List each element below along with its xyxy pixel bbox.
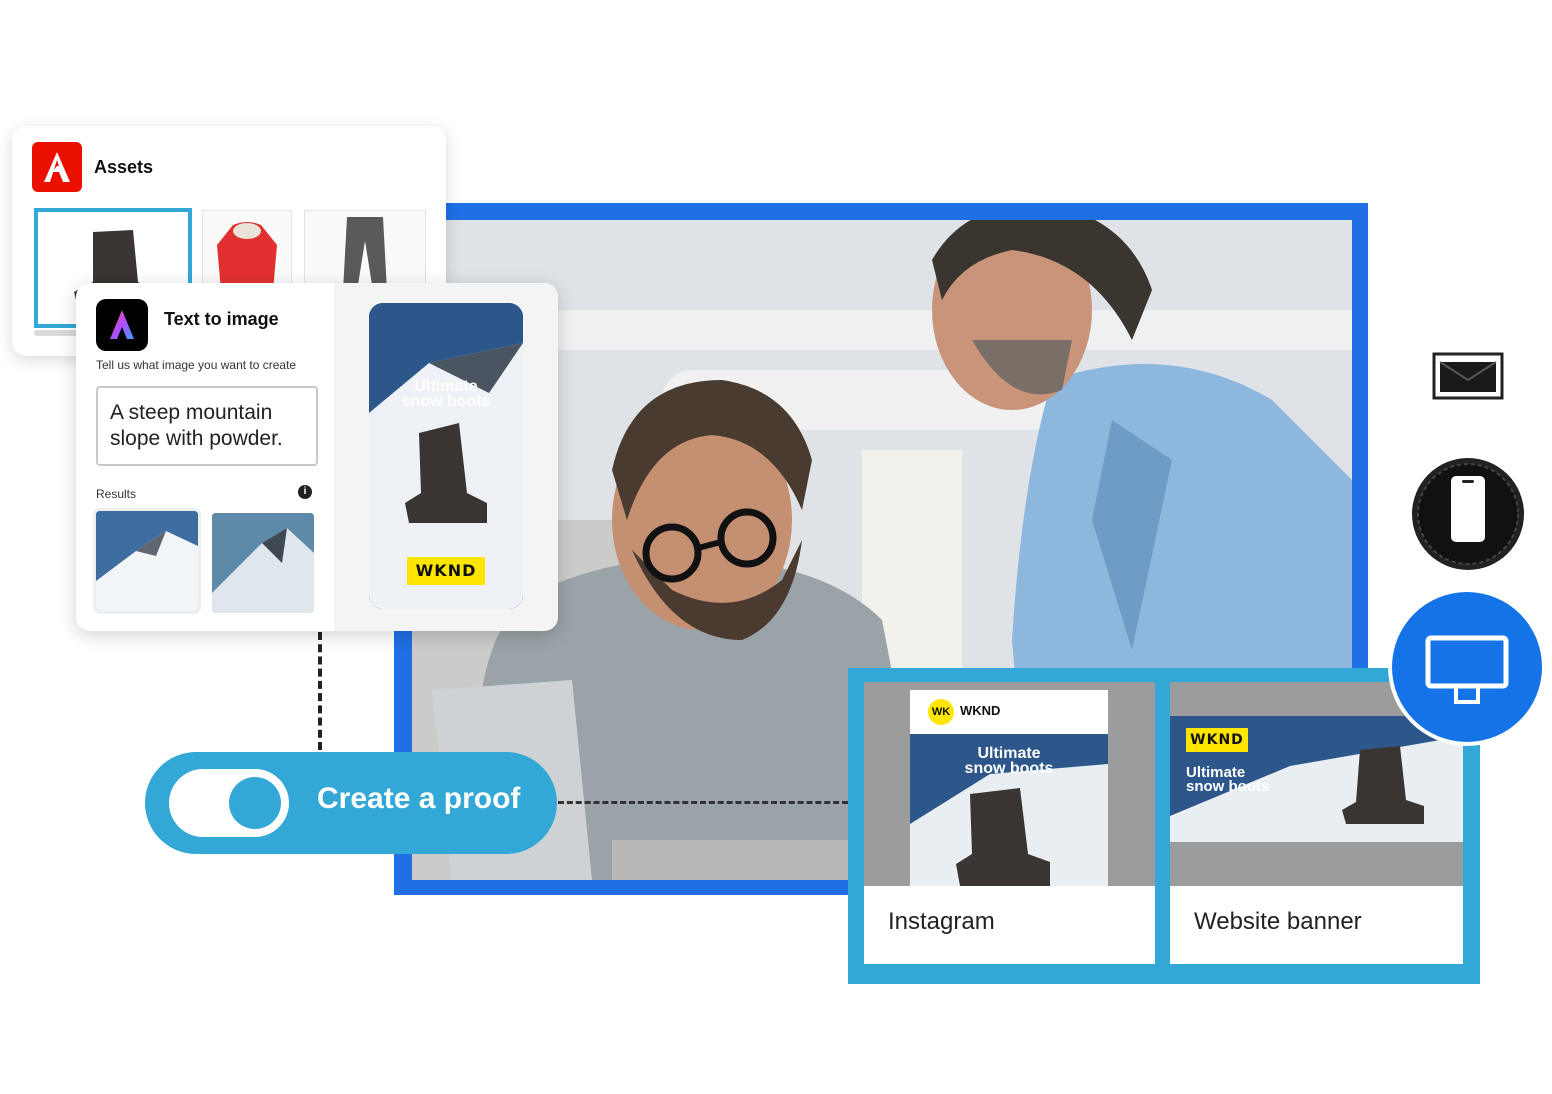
- adobe-express-logo-icon: [96, 299, 148, 351]
- mountain-image: [96, 511, 198, 611]
- generated-preview-card[interactable]: Ultimate snow boots WKND: [369, 303, 523, 609]
- email-icon[interactable]: [1432, 352, 1504, 400]
- proof-title-website-banner: Website banner: [1194, 908, 1362, 935]
- connector-vertical-line: [318, 632, 322, 750]
- instagram-image: Ultimate snow boots: [910, 734, 1108, 886]
- results-label: Results: [96, 487, 137, 501]
- preview-headline: Ultimate snow boots: [401, 378, 491, 410]
- wknd-brand-tag: WKND: [407, 557, 485, 585]
- proof-panel: WK WKND Ultimate snow boots Instagram WK…: [848, 668, 1480, 984]
- prompt-input[interactable]: A steep mountain slope with powder.: [96, 386, 318, 466]
- adobe-logo-icon: [32, 142, 82, 192]
- connector-dashed-line: [558, 801, 848, 804]
- toggle-label: Create a proof: [317, 782, 521, 815]
- brand-badge: WK: [928, 699, 954, 725]
- text-to-image-title: Text to image: [164, 309, 279, 329]
- desktop-icon[interactable]: [1392, 592, 1542, 742]
- instagram-preview: WK WKND Ultimate snow boots: [864, 682, 1155, 886]
- result-thumb-1[interactable]: [96, 511, 198, 611]
- mobile-icon[interactable]: [1408, 454, 1528, 574]
- instagram-header: WK WKND: [910, 690, 1108, 734]
- toggle-switch[interactable]: [169, 769, 289, 837]
- brand-name: WKND: [960, 703, 1001, 718]
- text-to-image-card: Text to image Tell us what image you wan…: [76, 283, 558, 631]
- proof-title-instagram: Instagram: [888, 908, 995, 935]
- wknd-brand-tag: WKND: [1186, 728, 1248, 752]
- instagram-headline: Ultimate snow boots: [964, 745, 1054, 777]
- result-thumb-2[interactable]: [212, 513, 314, 613]
- assets-title: Assets: [94, 157, 154, 177]
- banner-headline: Ultimate snow boots: [1186, 764, 1270, 795]
- info-icon[interactable]: i: [298, 485, 312, 499]
- toggle-knob[interactable]: [229, 777, 281, 829]
- generated-preview-panel: Ultimate snow boots WKND: [334, 283, 558, 631]
- proof-card-instagram[interactable]: WK WKND Ultimate snow boots Instagram: [864, 682, 1155, 964]
- mountain-image: [212, 513, 314, 613]
- create-proof-toggle-pill[interactable]: Create a proof: [145, 752, 557, 854]
- prompt-instruction: Tell us what image you want to create: [96, 358, 297, 372]
